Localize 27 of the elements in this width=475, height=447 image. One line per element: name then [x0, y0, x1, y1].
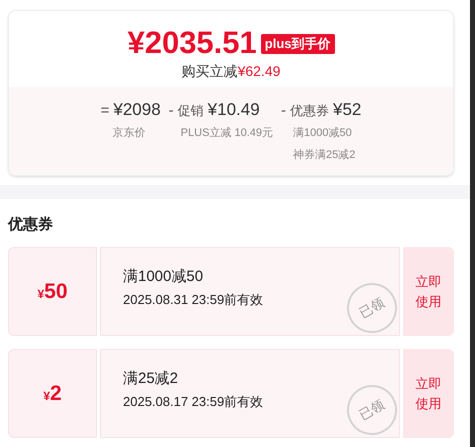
- operator-sign: =: [100, 101, 110, 121]
- price-component-note: 神券满25减2: [292, 148, 356, 163]
- use-now-button[interactable]: 立即使用: [403, 247, 454, 336]
- coupon-condition: 满25减2: [123, 369, 178, 389]
- price-component-note: 京东价: [112, 126, 147, 141]
- operator-sign: -: [168, 101, 174, 121]
- currency-symbol: ¥: [43, 388, 50, 404]
- coupon-validity: 2025.08.31 23:59前有效: [123, 291, 264, 309]
- use-now-button[interactable]: 立即使用: [403, 349, 454, 438]
- currency-symbol: ¥: [37, 286, 44, 302]
- price-component-note: 满1000减50: [292, 126, 353, 141]
- saving-amount: ¥62.49: [238, 63, 280, 79]
- section-title: 优惠券: [6, 215, 54, 235]
- price-component-amount: ¥52: [333, 99, 362, 121]
- coupon-value: 50: [44, 278, 68, 305]
- price-component-label: 促销: [178, 102, 204, 120]
- coupon-value: 2: [50, 380, 62, 407]
- price-badge: plus到手价: [260, 34, 335, 54]
- saving-label: 购买立减: [182, 63, 238, 79]
- coupon-condition: 满1000减50: [123, 267, 204, 287]
- price-component-label: 优惠券: [290, 102, 329, 120]
- price-component-note: PLUS立减 10.49元: [180, 126, 273, 141]
- operator-sign: -: [281, 101, 286, 121]
- price-component-amount: ¥2098: [113, 99, 161, 121]
- final-price: ¥2035.51: [127, 25, 257, 61]
- price-component-amount: ¥10.49: [208, 99, 260, 121]
- coupon-validity: 2025.08.17 23:59前有效: [123, 393, 264, 411]
